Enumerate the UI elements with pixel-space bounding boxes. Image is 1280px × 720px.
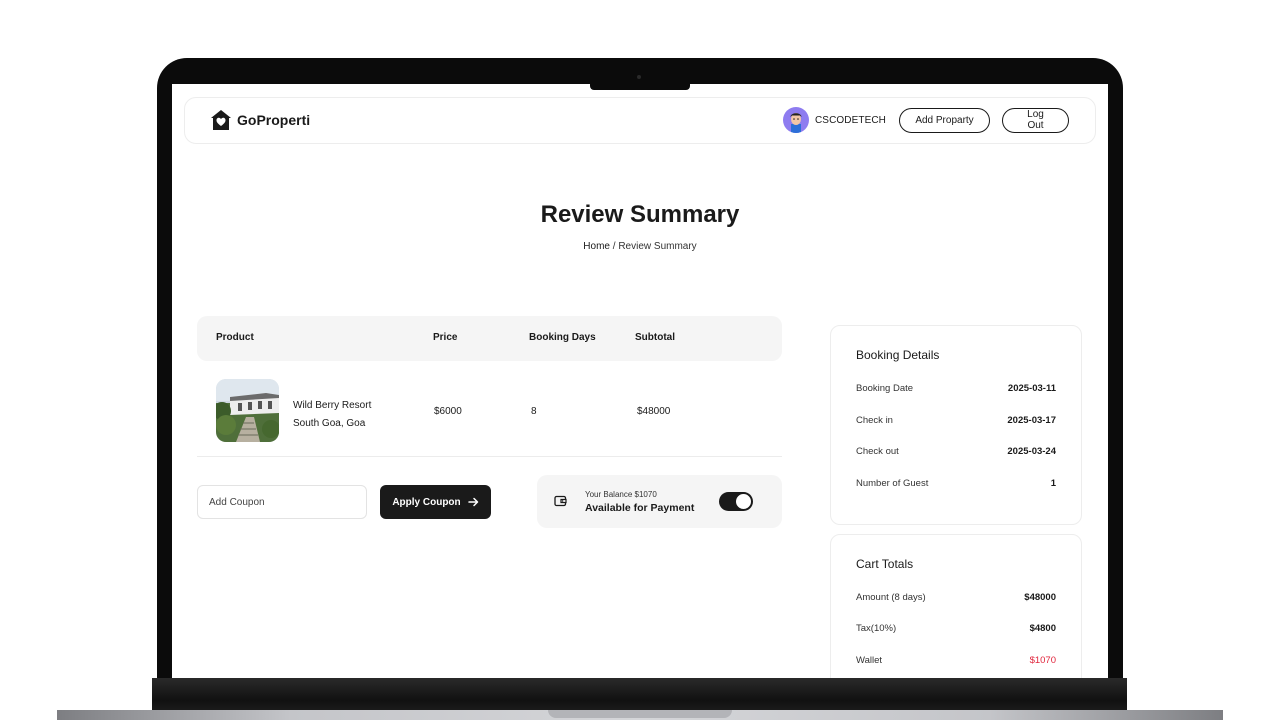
check-out-label: Check out xyxy=(856,446,899,457)
tax-label: Tax(10%) xyxy=(856,623,897,634)
booking-detail-row: Booking Date 2025-03-11 xyxy=(856,383,1056,394)
wallet-toggle[interactable] xyxy=(719,492,753,511)
brand-name: GoProperti xyxy=(237,112,311,128)
breadcrumb-home[interactable]: Home xyxy=(583,241,610,252)
table-row: Wild Berry Resort South Goa, Goa $6000 8… xyxy=(197,366,782,457)
header-price: Price xyxy=(433,332,458,343)
coupon-input[interactable] xyxy=(197,485,367,519)
apply-coupon-button[interactable]: Apply Coupon xyxy=(380,485,491,519)
booking-detail-row: Check out 2025-03-24 xyxy=(856,446,1056,457)
cart-totals-title: Cart Totals xyxy=(856,557,914,571)
wallet-panel: Your Balance $1070 Available for Payment xyxy=(537,475,782,528)
product-subtotal: $48000 xyxy=(637,406,671,417)
navbar: GoProperti CSCODETECH Add Proparty Log O… xyxy=(184,97,1096,144)
home-heart-icon xyxy=(211,110,231,130)
header-subtotal: Subtotal xyxy=(635,332,675,343)
product-location: South Goa, Goa xyxy=(293,418,366,429)
product-price: $6000 xyxy=(434,406,462,417)
breadcrumb-current: Review Summary xyxy=(618,241,697,252)
booking-detail-row: Number of Guest 1 xyxy=(856,478,1056,489)
laptop-notch xyxy=(590,84,690,90)
booking-days: 8 xyxy=(531,406,537,417)
apply-coupon-label: Apply Coupon xyxy=(392,496,461,508)
toggle-knob xyxy=(736,494,751,509)
booking-details-card: Booking Details Booking Date 2025-03-11 … xyxy=(830,325,1082,525)
guest-count-value: 1 xyxy=(1050,478,1056,489)
logout-button[interactable]: Log Out xyxy=(1002,107,1069,133)
booking-date-label: Booking Date xyxy=(856,383,914,394)
wallet-label: Wallet xyxy=(856,655,883,666)
check-in-value: 2025-03-17 xyxy=(1007,415,1056,426)
booking-details-title: Booking Details xyxy=(856,348,940,362)
cart-total-row: Tax(10%) $4800 xyxy=(856,623,1056,634)
brand-logo[interactable]: GoProperti xyxy=(210,109,310,131)
nav-actions: CSCODETECH Add Proparty Log Out xyxy=(782,107,1069,133)
tax-value: $4800 xyxy=(1029,623,1056,634)
resort-image-icon xyxy=(216,379,279,442)
property-thumbnail xyxy=(216,379,279,442)
laptop-hinge xyxy=(152,678,1127,710)
header-product: Product xyxy=(216,332,254,343)
wallet-balance: Your Balance $1070 xyxy=(585,490,657,499)
avatar[interactable] xyxy=(782,107,809,133)
wallet-value: $1070 xyxy=(1029,655,1056,666)
guest-count-label: Number of Guest xyxy=(856,478,929,489)
table-header: Product Price Booking Days Subtotal xyxy=(197,316,782,361)
screen: GoProperti CSCODETECH Add Proparty Log O… xyxy=(172,84,1108,678)
user-name: CSCODETECH xyxy=(814,114,886,126)
breadcrumb: Home / Review Summary xyxy=(172,241,1108,252)
check-in-label: Check in xyxy=(856,415,893,426)
booking-detail-row: Check in 2025-03-17 xyxy=(856,415,1056,426)
laptop-base-lip xyxy=(548,710,732,718)
page-title: Review Summary xyxy=(540,201,740,228)
header-booking-days: Booking Days xyxy=(529,332,596,343)
wallet-icon xyxy=(554,495,567,507)
add-property-button[interactable]: Add Proparty xyxy=(899,107,990,133)
user-avatar-icon xyxy=(790,113,802,133)
cart-total-row: Wallet $1070 xyxy=(856,655,1056,666)
cart-totals-card: Cart Totals Amount (8 days) $48000 Tax(1… xyxy=(830,534,1082,678)
cart-total-row: Amount (8 days) $48000 xyxy=(856,592,1056,603)
booking-date-value: 2025-03-11 xyxy=(1007,383,1056,394)
product-name: Wild Berry Resort xyxy=(293,400,372,411)
camera-dot xyxy=(637,75,641,79)
check-out-value: 2025-03-24 xyxy=(1007,446,1056,457)
product-info: Wild Berry Resort South Goa, Goa xyxy=(293,397,371,433)
amount-value: $48000 xyxy=(1024,592,1056,603)
wallet-available: Available for Payment xyxy=(585,502,695,514)
arrow-right-icon xyxy=(467,497,478,507)
amount-label: Amount (8 days) xyxy=(856,592,926,603)
